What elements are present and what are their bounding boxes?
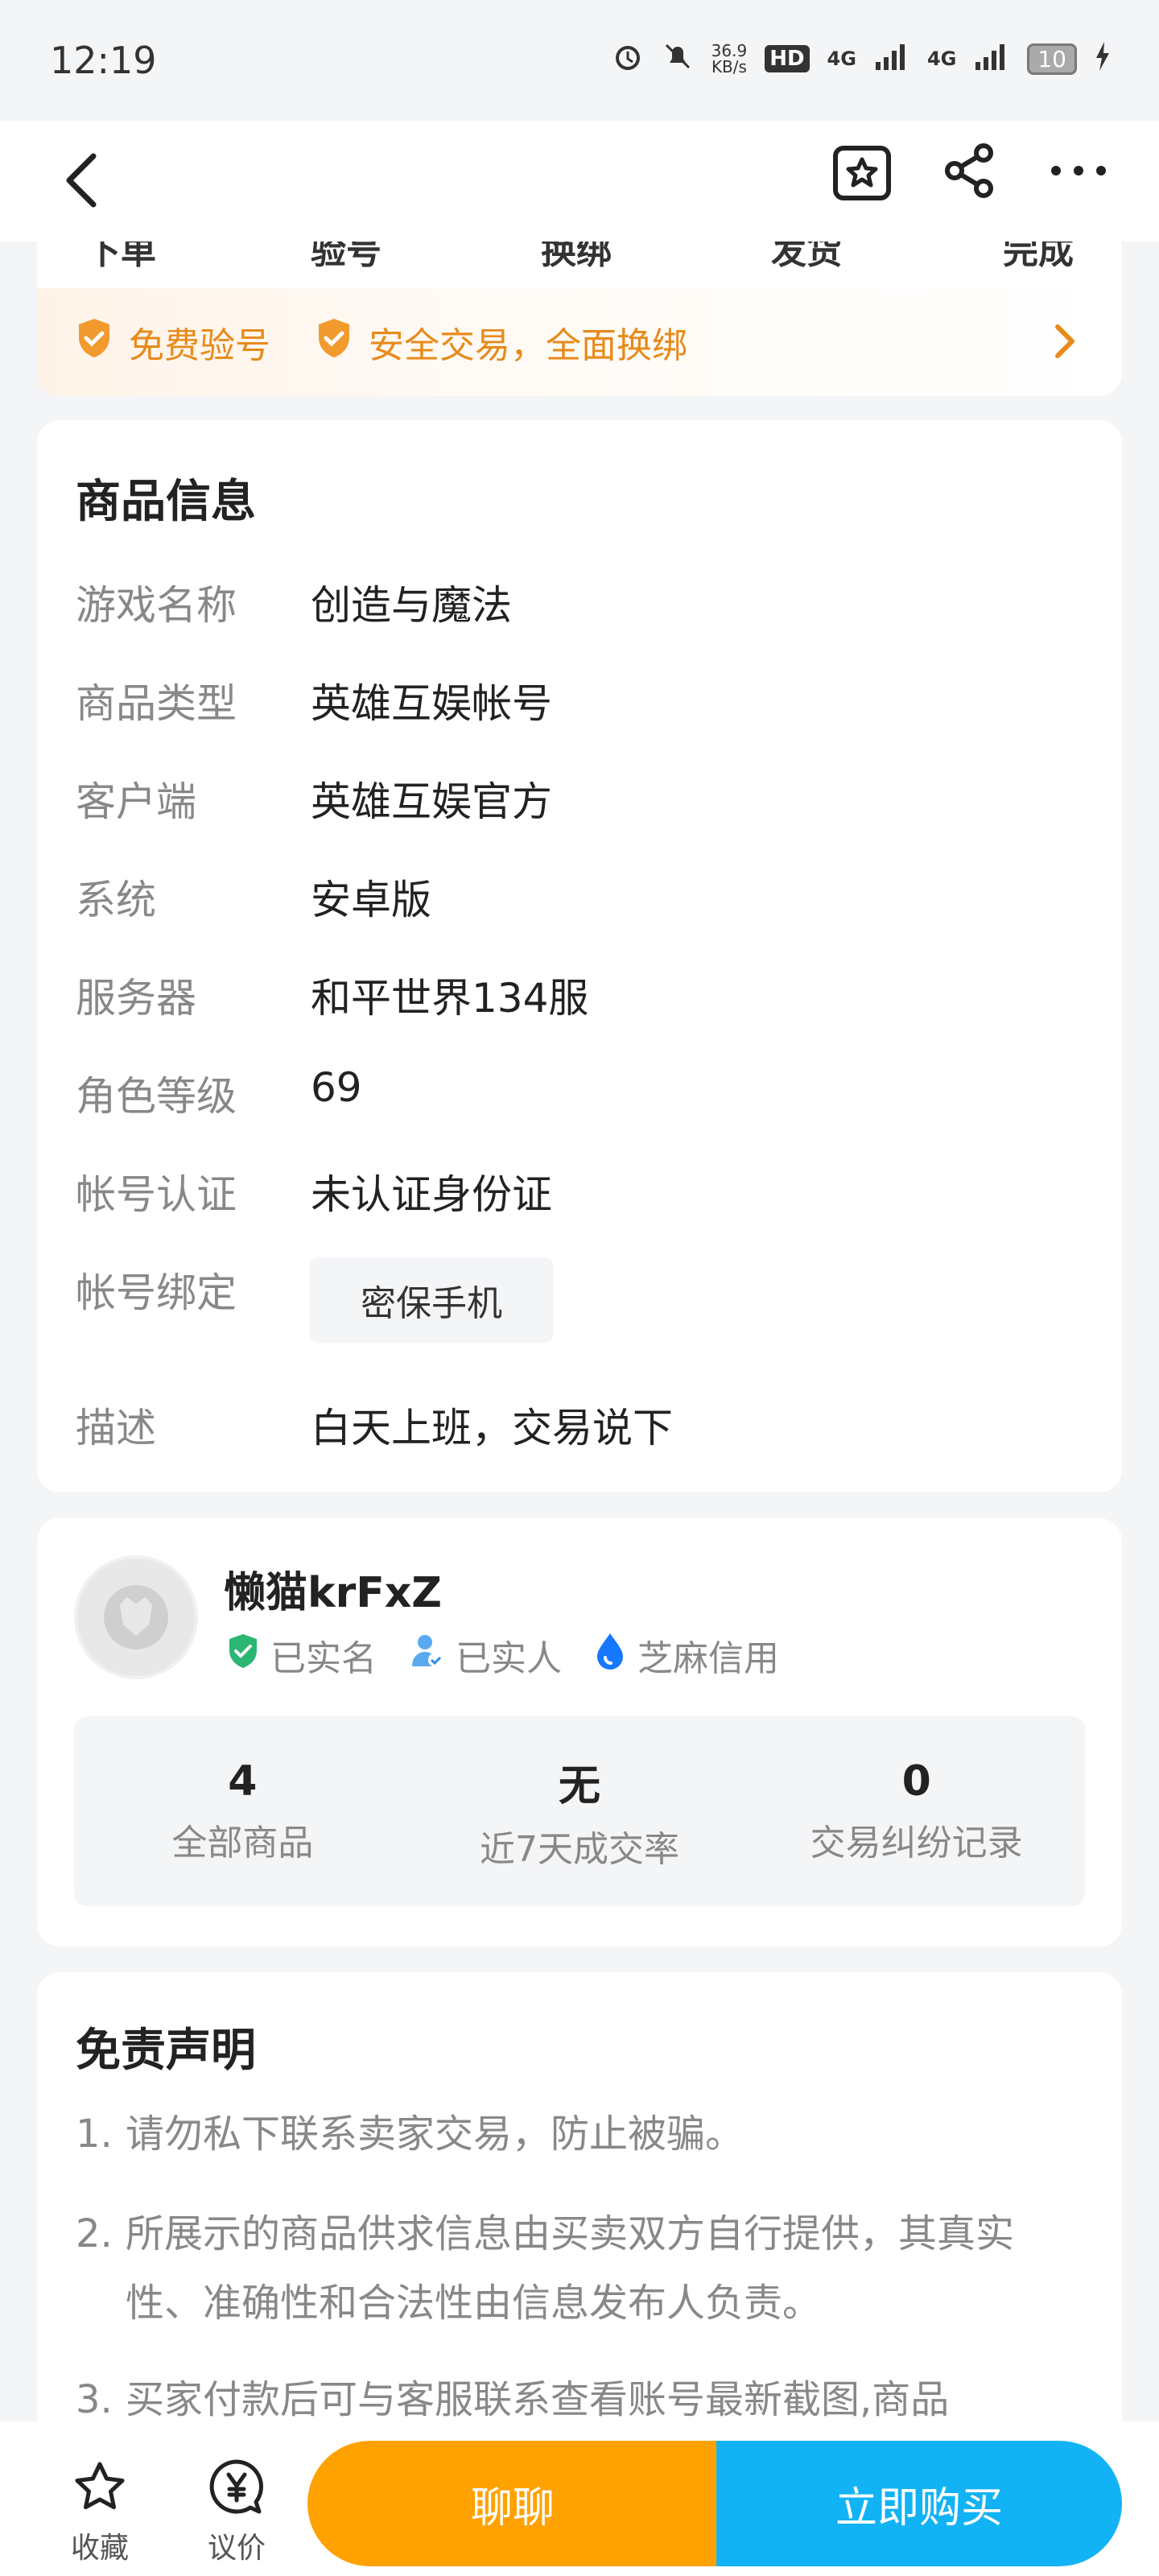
progress-steps-cut: 下单 验号 换绑 发货 完成 [37,242,1122,288]
binding-tag: 密保手机 [309,1257,554,1343]
status-bar: 12:19 36.9 KB/s HD 4G 4G 10 [0,0,1159,121]
back-button[interactable] [58,148,106,213]
star-icon [69,2457,130,2518]
share-button[interactable] [937,137,1004,204]
drop-icon [594,1632,626,1679]
shield-check-icon [76,317,113,368]
step-cut-1: 下单 [85,242,156,272]
nav-actions [829,137,1112,204]
guarantee-safe-trade: 安全交易，全面换绑 [316,316,687,368]
badge-sesame-credit: 芝麻信用 [594,1629,779,1681]
info-row-client: 客户端 英雄互娱官方 [76,778,552,825]
info-row-type: 商品类型 英雄互娱帐号 [76,680,552,727]
step-cut-3: 换绑 [541,242,612,272]
badge-real-person: 已实人 [409,1629,562,1681]
alarm-icon [612,40,644,77]
buy-now-button[interactable]: 立即购买 [716,2441,1122,2566]
shield-check-icon [227,1633,259,1678]
seller-name: 懒猫krFxZ [224,1569,442,1617]
disclaimer-item-1: 1. 请勿私下联系卖家交易，防止被骗。 [76,2112,744,2157]
badge-real-name: 已实名 [227,1629,377,1681]
battery-indicator: 10 [1027,43,1077,75]
nav-bar [0,121,1159,242]
guarantee-free-check: 免费验号 [76,316,270,368]
disclaimer-card: 免责声明 1. 请勿私下联系卖家交易，防止被骗。 2. 所展示的商品供求信息由买… [37,1972,1122,2439]
status-time: 12:19 [50,39,157,82]
hd-badge: HD [765,45,810,72]
info-row-system: 系统 安卓版 [76,877,431,923]
more-options-button[interactable] [1045,137,1112,204]
disclaimer-title: 免责声明 [76,2025,256,2077]
stat-disputes: 0 交易纠纷记录 [810,1757,1023,1864]
shield-check-icon [316,317,353,368]
yuan-bubble-icon [206,2457,267,2518]
bargain-button[interactable]: 议价 [206,2457,267,2566]
product-info-title: 商品信息 [76,476,256,528]
stat-deal-rate: 无 近7天成交率 [480,1761,679,1870]
step-cut-2: 验号 [311,242,382,272]
status-icons: 36.9 KB/s HD 4G 4G 10 [612,40,1111,77]
info-row-description: 描述 白天上班，交易说下 [76,1405,673,1451]
person-check-icon [409,1633,444,1678]
charging-icon [1095,42,1111,76]
signal-4g-2: 4G [926,47,957,70]
info-row-level: 角色等级 69 [76,1064,362,1120]
avatar[interactable] [74,1555,198,1679]
seller-card[interactable]: 懒猫krFxZ 已实名 已实人 芝麻信用 4 全部商品 无 近7天成交率 0 交… [37,1518,1122,1946]
network-speed: 36.9 KB/s [711,41,748,76]
info-row-game: 游戏名称 创造与魔法 [76,582,512,629]
info-row-binding: 帐号绑定 [76,1269,237,1316]
favorite-star-button[interactable] [829,137,897,204]
bottom-action-bar: 收藏 议价 聊聊 立即购买 [0,2421,1159,2576]
signal-bars-icon-2 [974,43,1009,75]
seller-badges: 已实名 已实人 芝麻信用 [227,1629,779,1681]
info-row-server: 服务器 和平世界134服 [76,975,589,1022]
step-cut-4: 发货 [771,242,842,272]
mute-bell-icon [662,40,694,77]
signal-4g-1: 4G [827,47,856,70]
guarantee-bar[interactable]: 免费验号 安全交易，全面换绑 [37,288,1122,396]
signal-bars-icon [874,43,909,75]
chat-button[interactable]: 聊聊 [307,2441,718,2566]
disclaimer-item-2: 2. 所展示的商品供求信息由买卖双方自行提供，其真实性、准确性和合法性由信息发布… [76,2211,1015,2326]
step-cut-5: 完成 [1003,242,1074,272]
seller-stats: 4 全部商品 无 近7天成交率 0 交易纠纷记录 [74,1716,1085,1906]
chevron-right-icon [1050,319,1082,364]
product-info-card: 商品信息 游戏名称 创造与魔法 商品类型 英雄互娱帐号 客户端 英雄互娱官方 系… [37,420,1122,1492]
favorite-button[interactable]: 收藏 [69,2457,130,2566]
info-row-auth: 帐号认证 未认证身份证 [76,1171,552,1218]
stat-all-products[interactable]: 4 全部商品 [74,1716,411,1906]
